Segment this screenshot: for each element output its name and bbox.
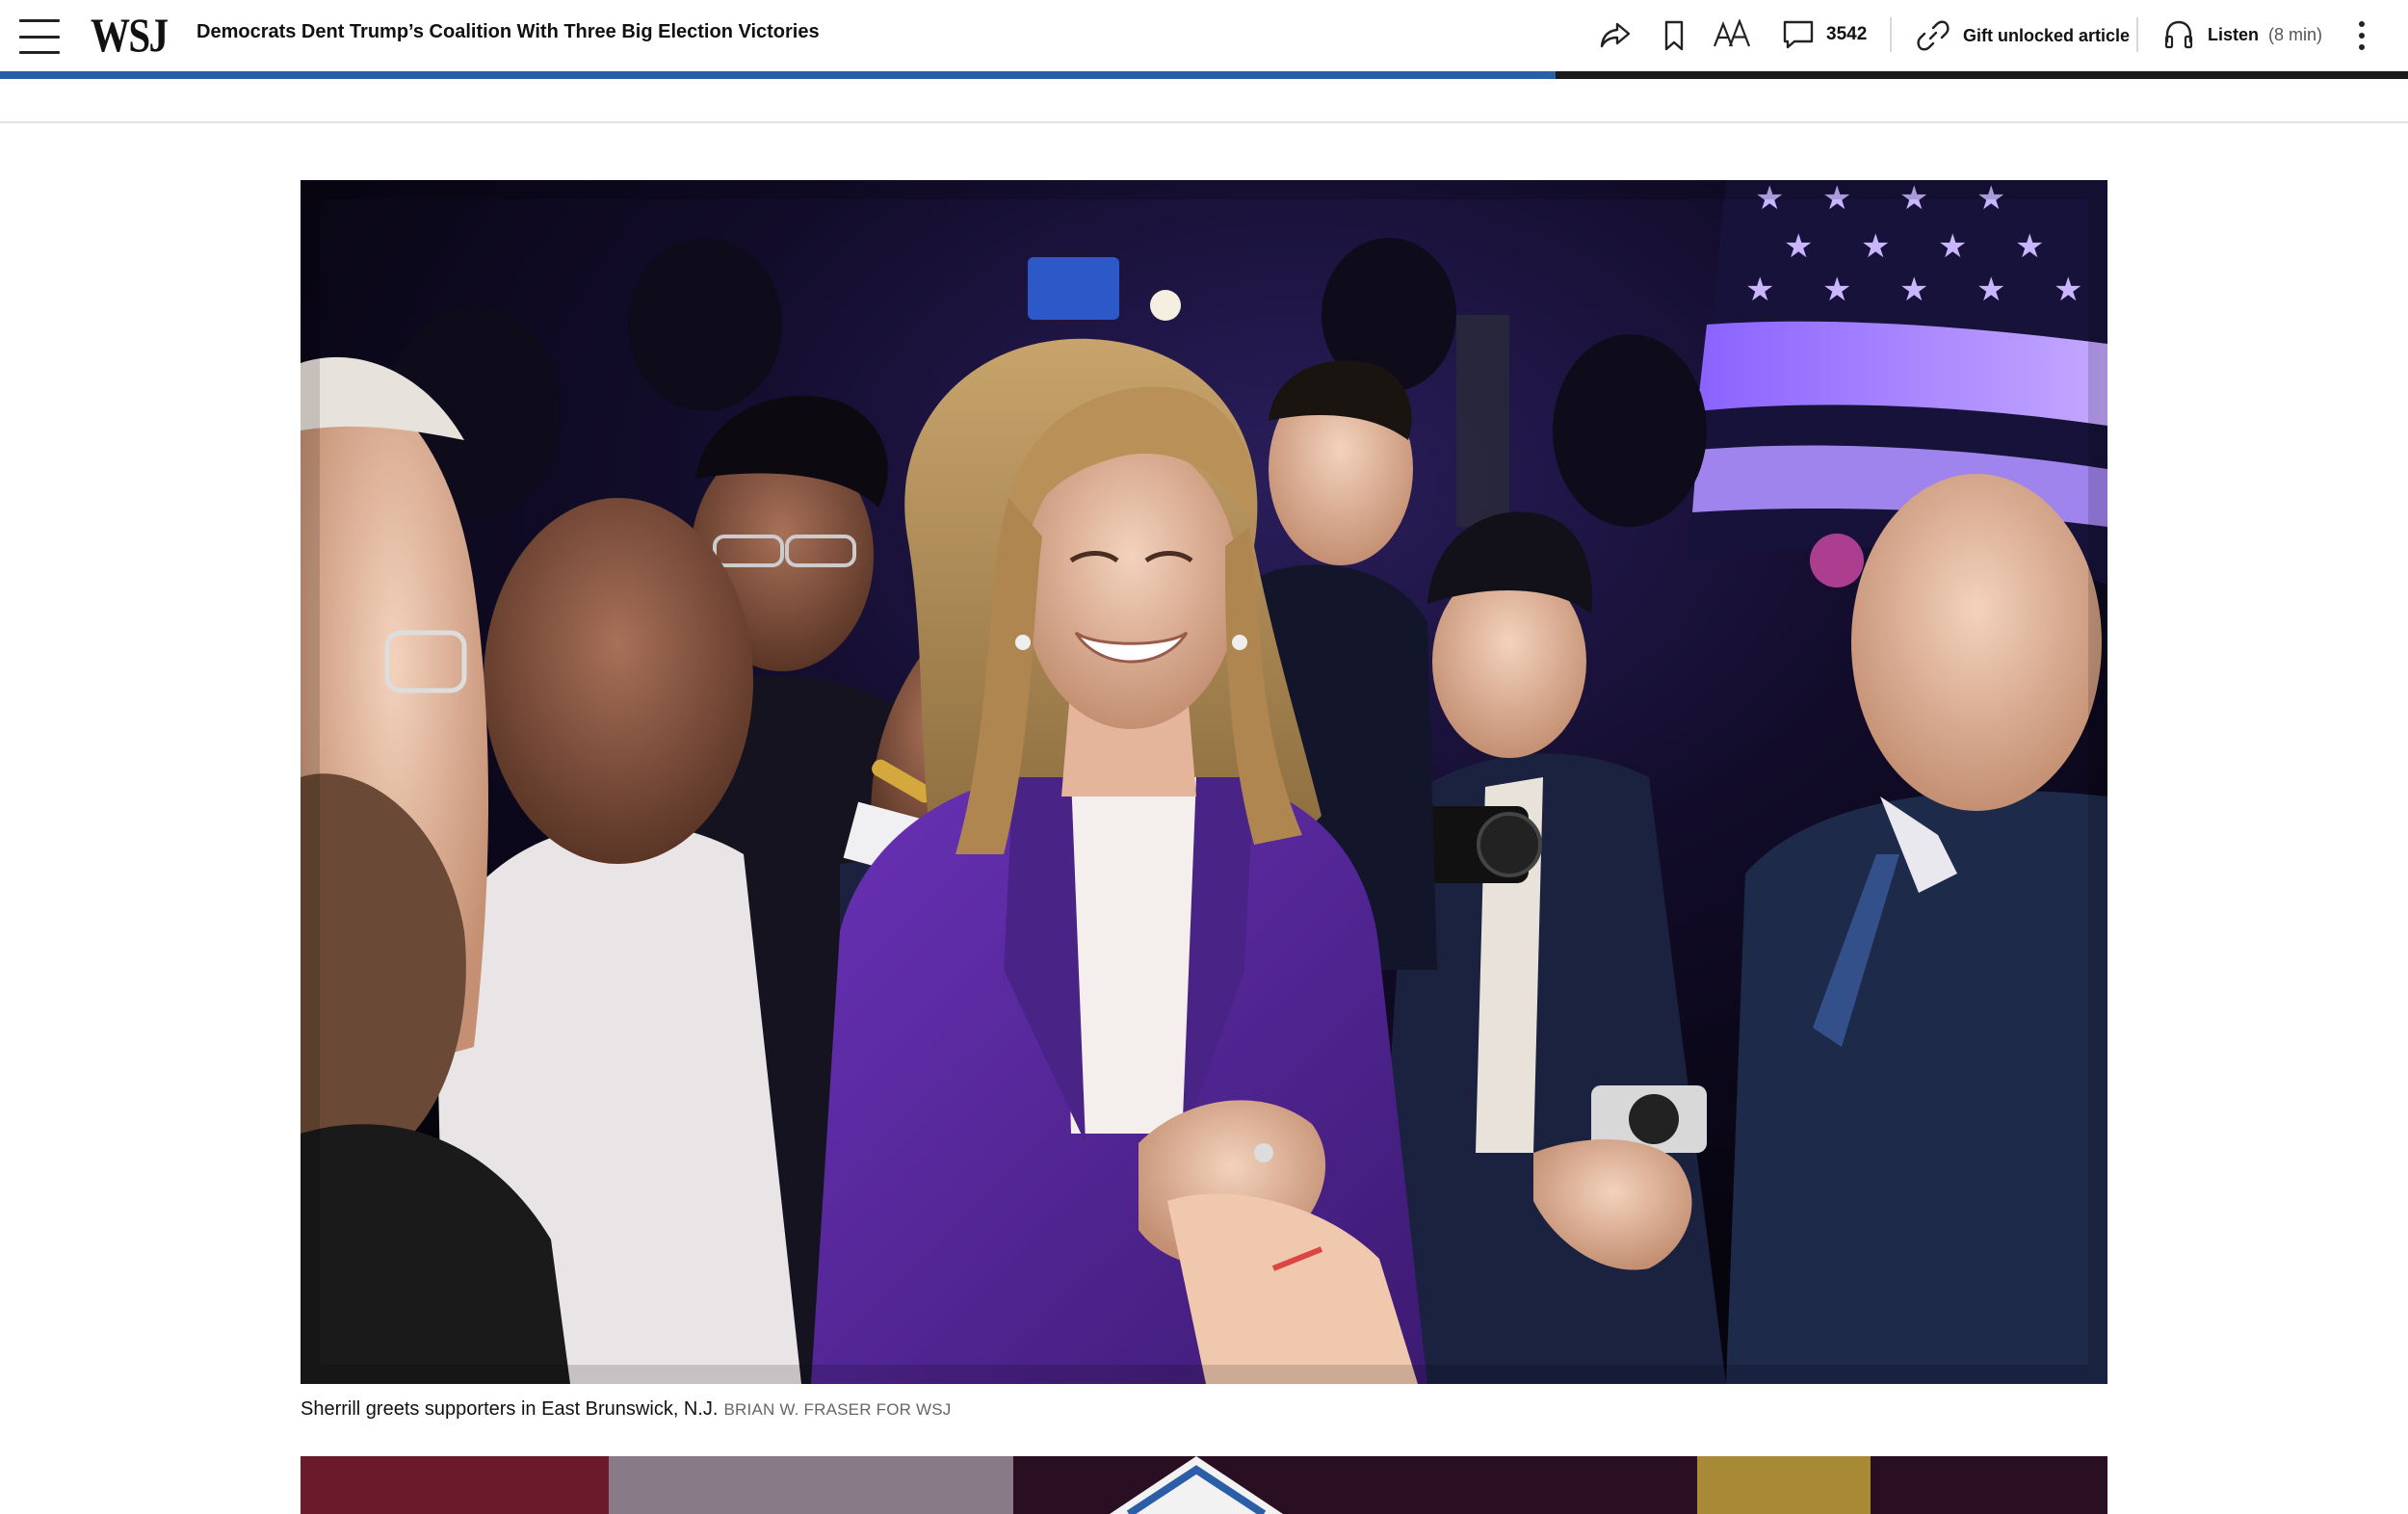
article-photo: ★ ★ ★ ★ ★ ★ ★ ★ ★ ★ ★ ★ ★ bbox=[301, 180, 2107, 1384]
svg-text:★: ★ bbox=[1745, 272, 1774, 308]
section-divider bbox=[0, 121, 2408, 123]
article-headline: Democrats Dent Trump’s Coalition With Th… bbox=[196, 21, 820, 42]
more-options-button[interactable] bbox=[2356, 19, 2368, 52]
more-icon bbox=[2359, 21, 2365, 50]
share-icon bbox=[1600, 22, 1631, 48]
svg-text:★: ★ bbox=[1976, 272, 2005, 308]
comments-button[interactable]: 3542 bbox=[1782, 19, 1867, 50]
caption-text: Sherrill greets supporters in East Bruns… bbox=[301, 1398, 719, 1420]
listen-duration: (8 min) bbox=[2268, 24, 2323, 44]
text-size-icon bbox=[1713, 19, 1751, 47]
svg-text:★: ★ bbox=[1938, 228, 1967, 265]
headphones-icon bbox=[2164, 20, 2193, 49]
comment-icon bbox=[1783, 20, 1814, 49]
share-button[interactable] bbox=[1599, 19, 1632, 50]
wsj-logo[interactable]: WSJ bbox=[91, 8, 169, 62]
bookmark-icon bbox=[1664, 20, 1684, 51]
svg-text:★: ★ bbox=[1899, 272, 1928, 308]
article-toolbar: WSJ Democrats Dent Trump’s Coalition Wit… bbox=[0, 0, 2408, 71]
photo-caption: Sherrill greets supporters in East Bruns… bbox=[301, 1398, 952, 1421]
link-icon bbox=[1917, 20, 1950, 51]
text-size-button[interactable] bbox=[1713, 19, 1751, 50]
toolbar-divider bbox=[2136, 17, 2138, 52]
toolbar-divider bbox=[1890, 17, 1892, 52]
svg-text:★: ★ bbox=[1822, 272, 1851, 308]
gift-article-label: Gift unlocked article bbox=[1963, 25, 2131, 45]
svg-text:★: ★ bbox=[1784, 228, 1813, 265]
menu-icon[interactable] bbox=[19, 17, 60, 56]
photo-credit: BRIAN W. FRASER FOR WSJ bbox=[723, 1400, 952, 1419]
comment-count: 3542 bbox=[1826, 24, 1868, 44]
listen-label: Listen bbox=[2208, 24, 2260, 44]
svg-text:★: ★ bbox=[2054, 272, 2082, 308]
reading-progress-fill bbox=[0, 71, 1556, 79]
gift-article-button[interactable]: Gift unlocked article bbox=[1917, 19, 2130, 52]
save-button[interactable] bbox=[1662, 19, 1686, 52]
reading-progress-bar bbox=[0, 71, 2408, 79]
campaign-sign bbox=[1028, 257, 1119, 320]
listen-button[interactable]: Listen (8 min) bbox=[2163, 19, 2322, 50]
photo-illustration: ★ ★ ★ ★ ★ ★ ★ ★ ★ ★ ★ ★ ★ bbox=[301, 180, 2107, 1384]
svg-text:★: ★ bbox=[1861, 228, 1890, 265]
next-photo-illustration bbox=[301, 1456, 2107, 1514]
next-article-photo bbox=[301, 1456, 2107, 1514]
svg-text:★: ★ bbox=[2015, 228, 2044, 265]
